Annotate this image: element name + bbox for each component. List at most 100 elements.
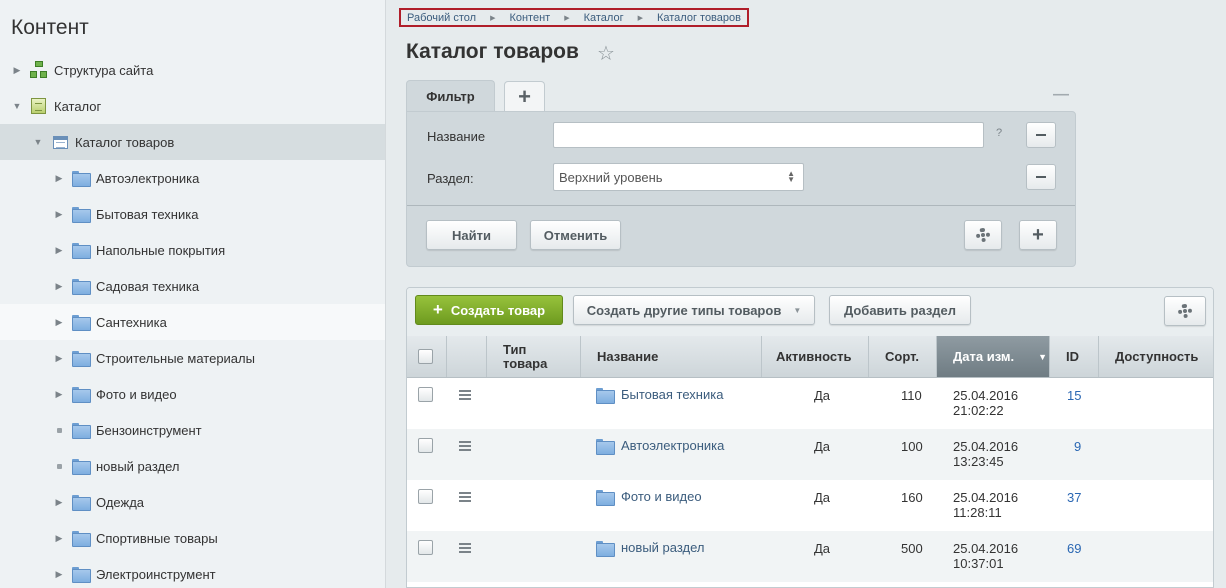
sidebar-item-photo-video[interactable]: ▶ Фото и видео xyxy=(0,376,385,412)
collapse-arrow-icon[interactable]: ▼ xyxy=(12,101,22,111)
sidebar-item-label: Бытовая техника xyxy=(96,206,199,222)
filter-settings-button[interactable] xyxy=(964,220,1002,250)
expand-arrow-icon[interactable]: ▶ xyxy=(12,65,22,75)
remove-section-field-button[interactable] xyxy=(1026,164,1056,190)
table-row[interactable]: новый раздел Да 500 25.04.2016 10:37:01 6… xyxy=(407,531,1213,582)
list-settings-button[interactable] xyxy=(1164,296,1206,326)
breadcrumb-catalog[interactable]: Каталог xyxy=(584,12,624,24)
sidebar-item-floor-coverings[interactable]: ▶ Напольные покрытия xyxy=(0,232,385,268)
sidebar-item-auto-electronics[interactable]: ▶ Автоэлектроника xyxy=(0,160,385,196)
column-header-name[interactable]: Название xyxy=(581,336,762,377)
row-checkbox[interactable] xyxy=(418,387,433,405)
sidebar-item-garden-equipment[interactable]: ▶ Садовая техника xyxy=(0,268,385,304)
table-row[interactable]: Бытовая техника Да 110 25.04.2016 21:02:2… xyxy=(407,378,1213,429)
table-row[interactable]: Автоэлектроника Да 100 25.04.2016 13:23:4… xyxy=(407,429,1213,480)
sidebar-item-label: Одежда xyxy=(96,494,145,510)
expand-arrow-icon[interactable]: ▶ xyxy=(54,209,64,219)
row-id-link[interactable]: 15 xyxy=(1067,388,1081,403)
folder-icon xyxy=(596,540,615,557)
select-all-cell xyxy=(407,336,447,377)
add-section-button[interactable]: Добавить раздел xyxy=(829,295,971,325)
collapse-filter-icon[interactable]: — xyxy=(1053,86,1069,104)
sidebar-item-catalog[interactable]: ▼ Каталог xyxy=(0,88,385,124)
row-checkbox[interactable] xyxy=(418,489,433,507)
expand-arrow-icon[interactable]: ▶ xyxy=(54,533,64,543)
cancel-button[interactable]: Отменить xyxy=(530,220,621,250)
filter-section-select[interactable]: Верхний уровень ▲ ▼ xyxy=(553,163,804,191)
sidebar-item-new-section[interactable]: новый раздел xyxy=(0,448,385,484)
row-checkbox[interactable] xyxy=(418,540,433,558)
table-icon xyxy=(53,135,68,149)
folder-icon xyxy=(72,207,91,223)
select-all-checkbox[interactable] xyxy=(418,349,433,364)
sidebar-item-home-appliances[interactable]: ▶ Бытовая техника xyxy=(0,196,385,232)
expand-arrow-icon[interactable]: ▶ xyxy=(54,497,64,507)
column-header-active[interactable]: Активность xyxy=(762,336,869,377)
filter-name-input[interactable] xyxy=(553,122,984,148)
sidebar-item-label: Структура сайта xyxy=(54,62,154,78)
structure-icon xyxy=(30,61,48,79)
sidebar-item-product-catalog[interactable]: ▼ Каталог товаров xyxy=(0,124,385,160)
folder-icon xyxy=(72,567,91,583)
expand-arrow-icon[interactable]: ▶ xyxy=(54,281,64,291)
row-name-link[interactable]: Бытовая техника xyxy=(596,387,723,404)
sidebar-item-building-materials[interactable]: ▶ Строительные материалы xyxy=(0,340,385,376)
row-name-link[interactable]: Фото и видео xyxy=(596,489,702,506)
expand-arrow-icon[interactable]: ▶ xyxy=(54,353,64,363)
create-product-button[interactable]: + Создать товар xyxy=(415,295,563,325)
collapse-arrow-icon[interactable]: ▼ xyxy=(33,137,43,147)
folder-icon xyxy=(72,423,91,439)
row-menu-icon[interactable] xyxy=(459,492,471,502)
column-header-date[interactable]: Дата изм. ▼ xyxy=(937,336,1050,377)
expand-arrow-icon[interactable]: ▶ xyxy=(54,569,64,579)
row-menu-icon[interactable] xyxy=(459,390,471,400)
row-id-link[interactable]: 37 xyxy=(1067,490,1081,505)
column-header-type[interactable]: Тип товара xyxy=(487,336,581,377)
breadcrumb-product-catalog[interactable]: Каталог товаров xyxy=(657,12,741,24)
filter-divider xyxy=(407,205,1075,206)
sidebar-item-clothing[interactable]: ▶ Одежда xyxy=(0,484,385,520)
expand-arrow-icon[interactable]: ▶ xyxy=(54,173,64,183)
row-id-link[interactable]: 69 xyxy=(1067,541,1081,556)
expand-arrow-icon[interactable]: ▶ xyxy=(54,317,64,327)
sidebar-item-plumbing[interactable]: ▶ Сантехника xyxy=(0,304,385,340)
table-row[interactable]: Фото и видео Да 160 25.04.2016 11:28:11 3… xyxy=(407,480,1213,531)
expand-arrow-icon[interactable]: ▶ xyxy=(54,245,64,255)
row-name-link[interactable]: новый раздел xyxy=(596,540,705,557)
row-date: 25.04.2016 10:37:01 xyxy=(953,541,1019,571)
row-menu-icon[interactable] xyxy=(459,543,471,553)
expand-arrow-icon[interactable]: ▶ xyxy=(54,389,64,399)
remove-name-field-button[interactable] xyxy=(1026,122,1056,148)
sidebar-item-label: Строительные материалы xyxy=(96,350,255,366)
help-icon[interactable]: ? xyxy=(996,127,1002,139)
row-name-link[interactable]: Автоэлектроника xyxy=(596,438,724,455)
find-button[interactable]: Найти xyxy=(426,220,517,250)
sidebar-item-power-tools[interactable]: ▶ Электроинструмент xyxy=(0,556,385,588)
column-header-id[interactable]: ID xyxy=(1050,336,1099,377)
breadcrumb-separator-icon: ▶ xyxy=(637,14,643,22)
row-checkbox[interactable] xyxy=(418,438,433,456)
actions-column-header xyxy=(447,336,487,377)
sidebar-item-sports-goods[interactable]: ▶ Спортивные товары xyxy=(0,520,385,556)
filter-name-label: Название xyxy=(427,129,486,144)
row-menu-icon[interactable] xyxy=(459,441,471,451)
star-icon[interactable]: ☆ xyxy=(597,41,615,66)
sidebar-item-petrol-tools[interactable]: Бензоинструмент xyxy=(0,412,385,448)
row-active: Да xyxy=(814,439,831,454)
sidebar-item-site-structure[interactable]: ▶ Структура сайта xyxy=(0,52,385,88)
row-id-link[interactable]: 9 xyxy=(1074,439,1081,454)
bullet-icon xyxy=(54,461,64,471)
breadcrumb-desktop[interactable]: Рабочий стол xyxy=(407,12,476,24)
add-filter-field-button[interactable]: + xyxy=(1019,220,1057,250)
tab-filter[interactable]: Фильтр xyxy=(406,80,495,112)
sidebar-item-label: Каталог товаров xyxy=(75,134,175,150)
row-active: Да xyxy=(814,388,831,403)
folder-icon xyxy=(596,438,615,455)
column-header-sort[interactable]: Сорт. xyxy=(869,336,937,377)
add-filter-tab-button[interactable]: + xyxy=(504,81,545,111)
create-other-types-button[interactable]: Создать другие типы товаров ▼ xyxy=(573,295,815,325)
column-header-availability[interactable]: Доступность xyxy=(1099,336,1213,377)
breadcrumb-content[interactable]: Контент xyxy=(509,12,550,24)
row-sort: 100 xyxy=(901,439,923,454)
sidebar-item-label: Фото и видео xyxy=(96,386,177,402)
